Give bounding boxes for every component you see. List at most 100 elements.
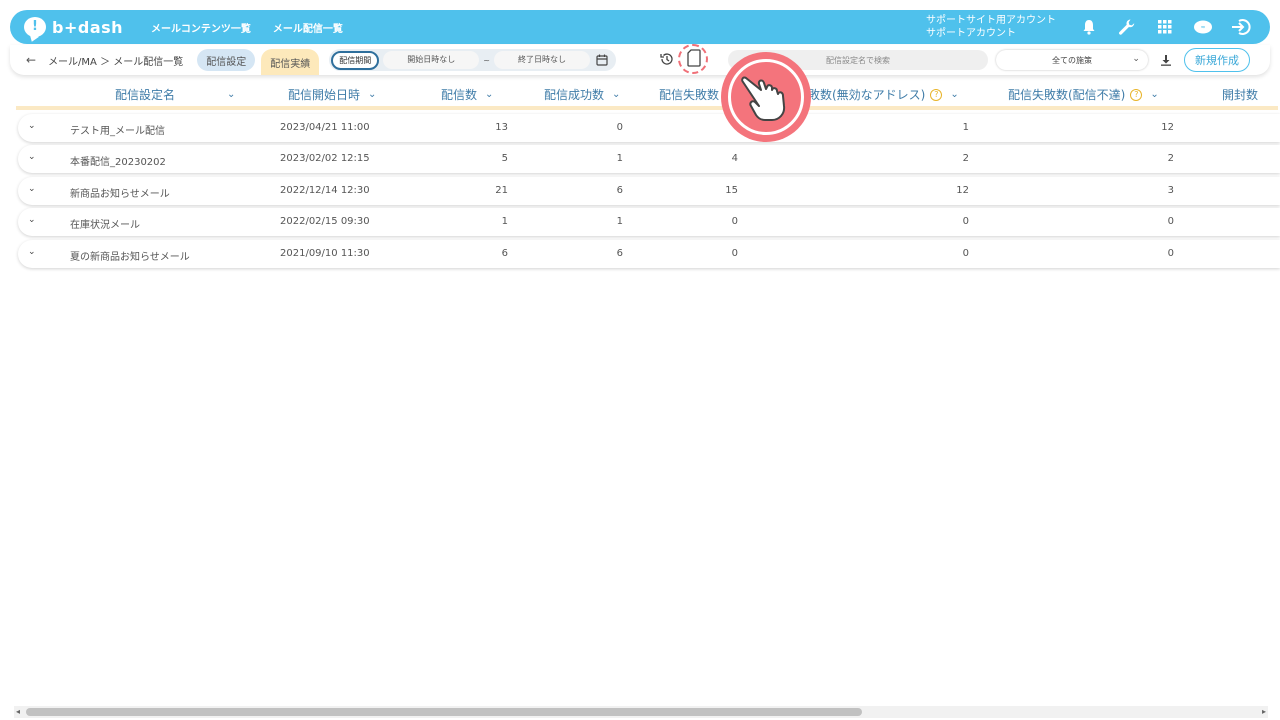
column-label: 敗数(無効なアドレス): [808, 88, 926, 102]
account-site: サポートサイト用アカウント: [926, 15, 1056, 26]
start-date-input[interactable]: 開始日時なし: [383, 51, 480, 69]
column-label: 配信失敗数(配信不達): [1008, 88, 1126, 102]
download-icon[interactable]: [1160, 51, 1172, 70]
row-undelivered: 0: [1167, 216, 1174, 227]
nav-mail-contents[interactable]: メールコンテンツ一覧: [151, 20, 251, 35]
column-label: 開封数: [1222, 88, 1259, 102]
column-header[interactable]: 配信開始日時 ⌄: [288, 86, 376, 103]
row-undelivered: 3: [1167, 185, 1174, 196]
row-sent: 5: [501, 153, 508, 164]
column-header[interactable]: 配信成功数 ⌄: [544, 86, 620, 103]
chevron-down-icon[interactable]: ⌄: [485, 89, 493, 100]
scroll-right-icon[interactable]: ▸: [1262, 707, 1266, 716]
end-date-input[interactable]: 終了日時なし: [493, 51, 590, 69]
row-name: 本番配信_20230202: [70, 157, 166, 168]
calendar-icon[interactable]: [596, 51, 608, 70]
table-row[interactable]: ⌄ 本番配信_20230202 2023/02/02 12:15 5 1 4 2…: [18, 145, 1280, 173]
table-header: 配信設定名 ⌄ 配信開始日時 ⌄ 配信数 ⌄ 配信成功数 ⌄ 配信失敗数 敗数(無効なア…: [16, 80, 1278, 110]
back-arrow-icon[interactable]: ←: [26, 53, 36, 67]
breadcrumb: メール/MA ＞ メール配信一覧: [48, 56, 184, 68]
expand-chevron-icon[interactable]: ⌄: [28, 121, 36, 131]
row-fail: 0: [731, 248, 738, 259]
campaign-filter-select[interactable]: 全ての施策 ⌄: [996, 50, 1148, 70]
chevron-down-icon[interactable]: ⌄: [612, 89, 620, 100]
horizontal-scrollbar[interactable]: ◂ ▸: [14, 706, 1268, 718]
table-row[interactable]: ⌄ 夏の新商品お知らせメール 2021/09/10 11:30 6 6 0 0 …: [18, 240, 1280, 268]
logo[interactable]: ! b+dash: [24, 17, 123, 37]
tap-hint: [721, 52, 811, 142]
column-header[interactable]: 配信失敗数(配信不達)? ⌄: [1008, 86, 1159, 103]
scrollbar-thumb[interactable]: [26, 708, 862, 716]
row-name: 在庫状況メール: [70, 220, 140, 231]
row-fail: 0: [731, 216, 738, 227]
row-invalid: 0: [962, 248, 969, 259]
period-filter: 配信期間 開始日時なし ~ 終了日時なし: [329, 49, 616, 71]
chevron-down-icon[interactable]: ⌄: [950, 89, 958, 100]
tap-hint-ring: [728, 59, 804, 135]
expand-chevron-icon[interactable]: ⌄: [28, 247, 36, 257]
tab-delivery-results[interactable]: 配信実績: [261, 49, 320, 75]
chevron-down-icon: ⌄: [1132, 54, 1140, 64]
table-row[interactable]: ⌄ テスト用_メール配信 2023/04/21 11:00 13 0 1 12: [18, 114, 1280, 142]
tab-delivery-settings[interactable]: 配信設定: [197, 49, 256, 71]
bell-icon[interactable]: [1078, 16, 1100, 38]
row-fail: 15: [725, 185, 738, 196]
chevron-down-icon[interactable]: ⌄: [368, 89, 376, 100]
row-date: 2021/09/10 11:30: [280, 248, 370, 259]
copy-button[interactable]: [677, 44, 708, 74]
column-label: 配信成功数: [544, 88, 605, 102]
row-name: 夏の新商品お知らせメール: [70, 252, 190, 263]
scroll-left-icon[interactable]: ◂: [16, 707, 20, 716]
nav-mail-deliveries[interactable]: メール配信一覧: [273, 20, 343, 35]
campaign-filter-value: 全ての施策: [1051, 55, 1092, 65]
period-label: 配信期間: [331, 50, 380, 70]
row-sent: 21: [495, 185, 508, 196]
row-date: 2022/02/15 09:30: [280, 216, 370, 227]
expand-chevron-icon[interactable]: ⌄: [28, 152, 36, 162]
column-label: 配信開始日時: [288, 88, 361, 102]
column-header[interactable]: 配信数 ⌄: [441, 86, 493, 103]
row-fail: 4: [731, 153, 738, 164]
column-label: 配信失敗数: [659, 88, 720, 102]
expand-chevron-icon[interactable]: ⌄: [28, 184, 36, 194]
row-undelivered: 2: [1167, 153, 1174, 164]
grid-icon[interactable]: [1154, 16, 1176, 38]
app-header: ! b+dash メールコンテンツ一覧 メール配信一覧 サポートサイト用アカウン…: [10, 10, 1270, 44]
table-row[interactable]: ⌄ 新商品お知らせメール 2022/12/14 12:30 21 6 15 12…: [18, 177, 1280, 205]
row-success: 0: [616, 122, 623, 133]
row-sent: 6: [501, 248, 508, 259]
row-invalid: 12: [956, 185, 969, 196]
row-invalid: 0: [962, 216, 969, 227]
period-tilde: ~: [483, 55, 490, 65]
account-info[interactable]: サポートサイト用アカウント サポートアカウント: [926, 14, 1056, 40]
row-undelivered: 12: [1161, 122, 1174, 133]
column-header[interactable]: 配信失敗数: [659, 86, 719, 103]
expand-chevron-icon[interactable]: ⌄: [28, 215, 36, 225]
column-header[interactable]: 配信設定名 ⌄: [115, 86, 235, 103]
column-header[interactable]: 開封数: [1222, 86, 1258, 103]
top-nav: メールコンテンツ一覧 メール配信一覧: [151, 20, 343, 35]
row-sent: 1: [501, 216, 508, 227]
cloud-icon[interactable]: ≈: [1192, 16, 1214, 38]
help-icon[interactable]: ?: [930, 88, 943, 101]
new-create-button[interactable]: 新規作成: [1183, 48, 1250, 72]
row-success: 1: [616, 216, 623, 227]
help-icon[interactable]: ?: [1130, 88, 1143, 101]
row-success: 6: [616, 248, 623, 259]
column-label: 配信設定名: [115, 88, 176, 102]
history-icon[interactable]: [660, 51, 674, 70]
row-success: 6: [616, 185, 623, 196]
table-row[interactable]: ⌄ 在庫状況メール 2022/02/15 09:30 1 1 0 0 0: [18, 208, 1280, 236]
row-undelivered: 0: [1167, 248, 1174, 259]
chevron-down-icon[interactable]: ⌄: [1150, 89, 1158, 100]
svg-text:≈: ≈: [1200, 24, 1205, 31]
column-header[interactable]: 敗数(無効なアドレス)? ⌄: [808, 86, 959, 103]
chevron-down-icon[interactable]: ⌄: [227, 89, 235, 100]
pointing-hand-icon: [741, 76, 786, 121]
column-label: 配信数: [441, 88, 478, 102]
row-name: 新商品お知らせメール: [70, 189, 170, 200]
logout-icon[interactable]: [1230, 16, 1252, 38]
account-name: サポートアカウント: [926, 28, 1016, 39]
logo-bubble-icon: !: [24, 17, 46, 37]
wrench-icon[interactable]: [1116, 16, 1138, 38]
